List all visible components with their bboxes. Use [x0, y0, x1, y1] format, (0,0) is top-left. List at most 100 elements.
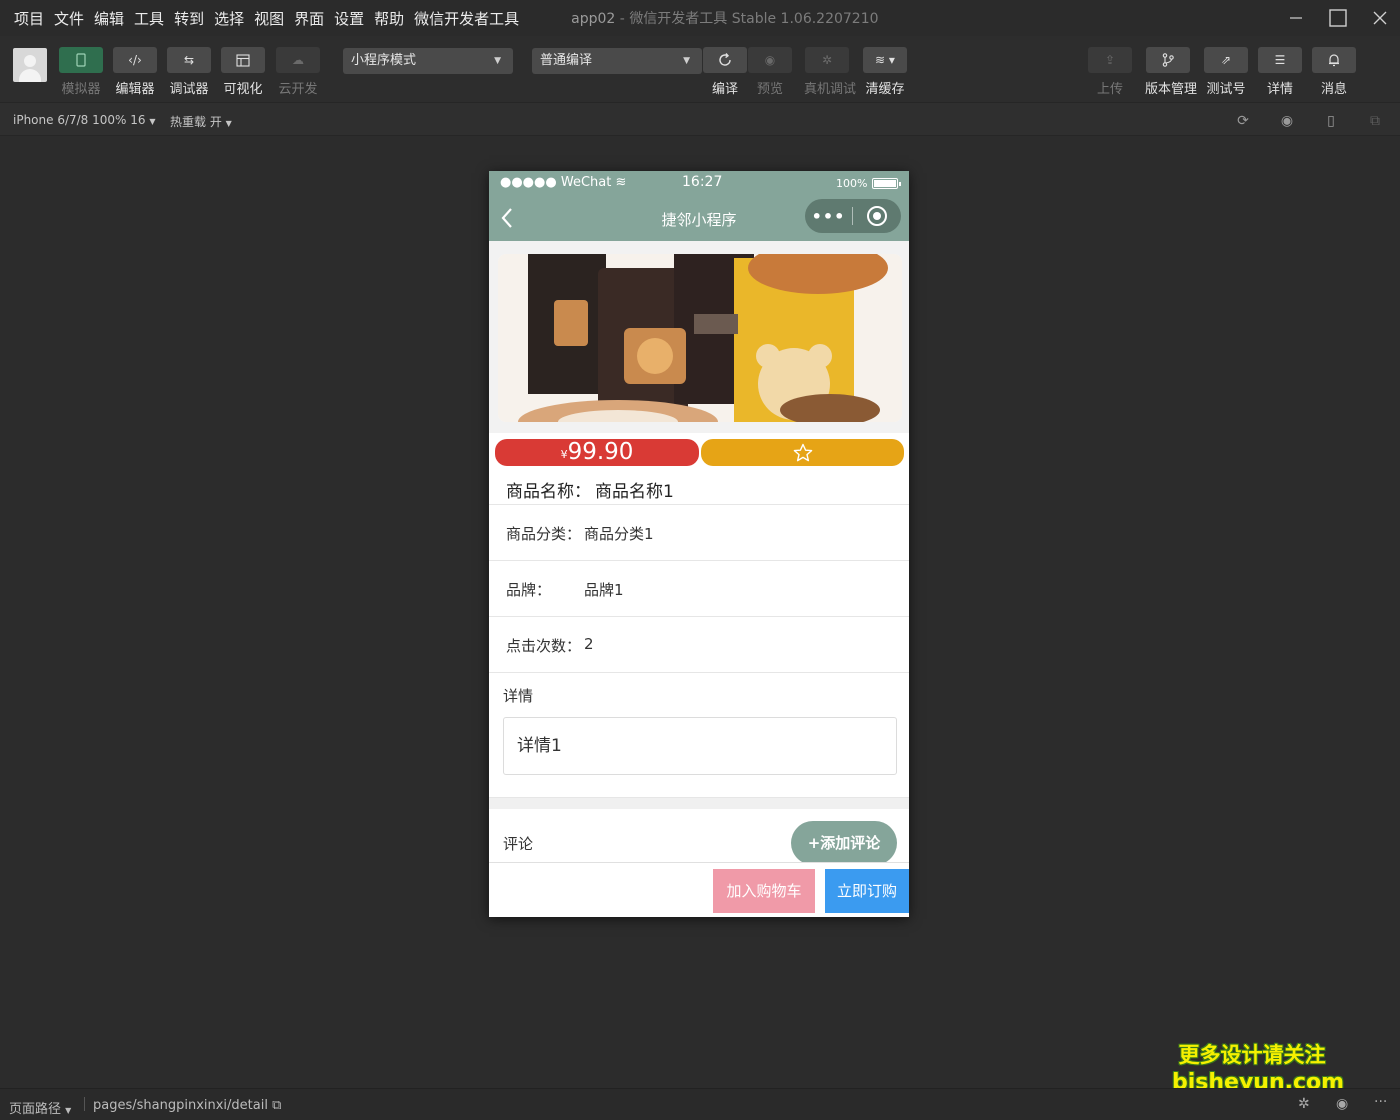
chevron-down-icon: ▼ [225, 119, 232, 128]
menu-view[interactable]: 视图 [254, 8, 284, 29]
cloud-icon: ☁ [276, 47, 320, 73]
app-name: app02 [571, 11, 616, 27]
bell-icon [1312, 47, 1356, 73]
buy-now-button[interactable]: 立即订购 [825, 869, 909, 913]
target-icon [866, 206, 887, 226]
clicks-label: 点击次数： [506, 637, 582, 655]
title-separator: - [619, 11, 625, 27]
preview-button[interactable]: ◉ 预览 [747, 47, 793, 97]
menu-project[interactable]: 项目 [14, 8, 44, 29]
cloud-label: 云开发 [278, 82, 318, 97]
more-icon[interactable]: ··· [1374, 1094, 1387, 1110]
eye-icon: ◉ [748, 47, 792, 73]
menu-items: 项目 文件 编辑 工具 转到 选择 视图 界面 设置 帮助 微信开发者工具 [0, 8, 529, 29]
chevron-down-icon: ▼ [494, 56, 501, 66]
clock: 16:27 [682, 174, 723, 190]
chevron-down-icon: ▼ [683, 56, 690, 66]
menu-interface[interactable]: 界面 [294, 8, 324, 29]
page-path: pages/shangpinxinxi/detail ⧉ [93, 1098, 282, 1113]
code-icon: ‹/› [113, 47, 157, 73]
avatar-head [24, 55, 36, 67]
details-button[interactable]: ☰ 详情 [1257, 47, 1303, 97]
phone-status-bar: ●●●●● WeChat ≋ 16:27 100% [489, 171, 909, 195]
editor-button[interactable]: ‹/› 编辑器 [112, 47, 158, 97]
clear-cache-label: 清缓存 [865, 82, 905, 97]
menu-settings[interactable]: 设置 [334, 8, 364, 29]
capsule-menu: ••• [805, 199, 901, 233]
menu-edit[interactable]: 编辑 [94, 8, 124, 29]
maximize-button[interactable] [1318, 0, 1358, 36]
bug-icon[interactable]: ✲ [1298, 1096, 1310, 1112]
version-button[interactable]: 版本管理 [1145, 47, 1198, 97]
hot-reload-select[interactable]: 热重载 开 ▼ [170, 113, 232, 130]
brand-label: 品牌： [506, 581, 552, 599]
detail-content: 详情1 [503, 717, 897, 775]
simulator-button[interactable]: 模拟器 [58, 47, 104, 97]
messages-label: 消息 [1320, 82, 1347, 97]
section-divider [489, 797, 909, 809]
detail-heading: 详情 [503, 687, 534, 705]
footer-divider [84, 1097, 85, 1111]
version-label: 版本管理 [1145, 82, 1198, 97]
exit-button[interactable] [853, 206, 900, 226]
visual-label: 可视化 [223, 82, 263, 97]
eye-icon[interactable]: ◉ [1336, 1096, 1348, 1112]
add-to-cart-button[interactable]: 加入购物车 [713, 869, 815, 913]
hot-reload-value: 热重载 开 [170, 115, 222, 129]
menu-goto[interactable]: 转到 [174, 8, 204, 29]
menu-select[interactable]: 选择 [214, 8, 244, 29]
debugger-button[interactable]: ⇆ 调试器 [166, 47, 212, 97]
close-icon [1373, 11, 1387, 25]
menu-tools[interactable]: 工具 [134, 8, 164, 29]
add-comment-button[interactable]: +添加评论 [791, 821, 897, 865]
details-label: 详情 [1266, 82, 1293, 97]
rotate-icon[interactable]: ⟳ [1234, 112, 1252, 130]
snack-photo [498, 254, 902, 422]
menu-file[interactable]: 文件 [54, 8, 84, 29]
simulator-icon [59, 47, 103, 73]
page-path-select[interactable]: 页面路径 ▼ [9, 1098, 71, 1117]
clear-cache-button[interactable]: ≋ ▾ 清缓存 [862, 47, 908, 97]
window-icon[interactable]: ⧉ [1366, 112, 1384, 130]
debug-icon: ⇆ [167, 47, 211, 73]
compile-select-value: 普通编译 [540, 53, 593, 68]
minimize-button[interactable] [1276, 0, 1316, 36]
bottom-action-bar: 加入购物车 立即订购 [489, 862, 909, 917]
device-select[interactable]: iPhone 6/7/8 100% 16 ▼ [13, 113, 156, 127]
brand-row: 品牌： 品牌1 [489, 561, 909, 617]
favorite-button[interactable] [701, 439, 904, 466]
upload-button[interactable]: ⇪ 上传 [1087, 47, 1133, 97]
price-value: 99.90 [567, 439, 634, 465]
copy-icon[interactable]: ⧉ [272, 1098, 281, 1113]
window-title: app02 - 微信开发者工具 Stable 1.06.2207210 [571, 8, 878, 28]
preview-label: 预览 [756, 82, 783, 97]
cloud-button[interactable]: ☁ 云开发 [275, 47, 321, 97]
mode-select-value: 小程序模式 [351, 53, 417, 68]
user-avatar[interactable] [13, 48, 47, 82]
visual-button[interactable]: 可视化 [220, 47, 266, 97]
close-button[interactable] [1360, 0, 1400, 36]
test-account-button[interactable]: ⇗ 测试号 [1203, 47, 1249, 97]
chevron-down-icon: ▼ [149, 117, 156, 126]
toolbar: 模拟器 ‹/› 编辑器 ⇆ 调试器 可视化 ☁ 云开发 小程序模式 ▼ 普通编译… [0, 36, 1400, 102]
currency-symbol: ¥ [560, 448, 568, 461]
minimize-icon [1290, 17, 1302, 19]
device-debug-button[interactable]: ✲ 真机调试 [804, 47, 856, 97]
wifi-icon: ≋ [615, 175, 627, 190]
compile-button[interactable]: 编译 [702, 47, 748, 97]
menu-help[interactable]: 帮助 [374, 8, 404, 29]
upload-label: 上传 [1096, 82, 1123, 97]
compile-label: 编译 [711, 82, 738, 97]
phone-icon[interactable]: ▯ [1322, 112, 1340, 130]
clicks-value: 2 [584, 635, 594, 653]
record-icon[interactable]: ◉ [1278, 112, 1296, 130]
more-button[interactable]: ••• [805, 207, 852, 226]
messages-button[interactable]: 消息 [1311, 47, 1357, 97]
window-controls [1274, 0, 1400, 36]
product-name-label: 商品名称： [506, 482, 591, 502]
compile-select[interactable]: 普通编译 ▼ [532, 48, 702, 74]
product-image[interactable] [498, 254, 902, 422]
menu-wechat-devtools[interactable]: 微信开发者工具 [414, 8, 519, 29]
product-version: 微信开发者工具 Stable 1.06.2207210 [629, 11, 879, 27]
mode-select[interactable]: 小程序模式 ▼ [343, 48, 513, 74]
